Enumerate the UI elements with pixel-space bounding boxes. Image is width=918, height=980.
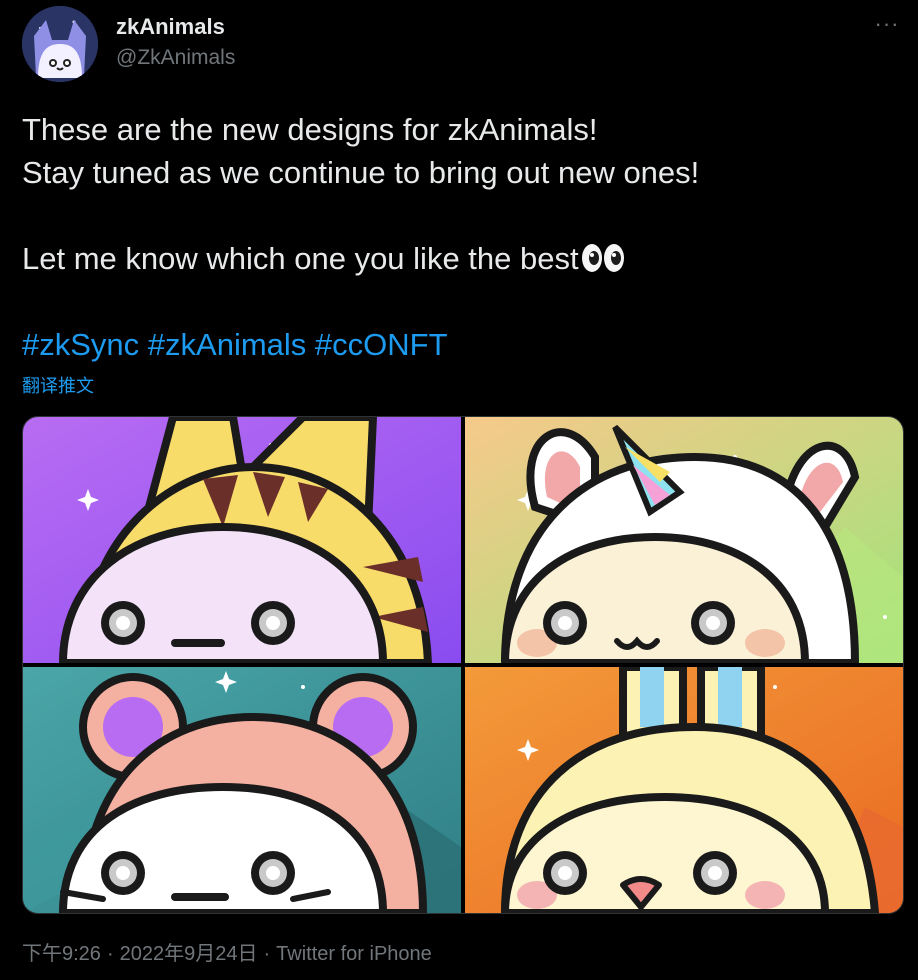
media-image-bunny[interactable] [465,667,903,913]
translate-tweet-link[interactable]: 翻译推文 [22,372,94,398]
author-handle[interactable]: @ZkAnimals [116,46,235,70]
tweet-meta: 下午9:26 · 2022年9月24日 · Twitter for iPhone [22,937,432,966]
tweet-time[interactable]: 下午9:26 [22,943,101,965]
avatar-image [22,6,98,82]
media-grid [22,416,904,914]
tweet-text: These are the new designs for zkAnimals!… [22,108,902,280]
hashtag-zksync[interactable]: #zkSync [22,327,139,362]
tweet-date[interactable]: 2022年9月24日 [120,943,258,965]
tweet-line: Stay tuned as we continue to bring out n… [22,155,700,190]
line-break [22,194,902,237]
avatar[interactable] [22,6,98,82]
media-image-unicorn[interactable] [465,417,903,663]
media-image-bear[interactable] [23,667,461,913]
tweet-line-with-emoji: Let me know which one you like the best [22,237,902,280]
more-options-icon[interactable]: ··· [872,13,902,44]
tweet-line: These are the new designs for zkAnimals! [22,112,598,147]
separator: · [263,943,271,965]
tweet-line: Let me know which one you like the best [22,241,579,276]
hashtag-cconft[interactable]: #ccONFT [315,327,448,362]
media-image-tiger[interactable] [23,417,461,663]
bunny-character-image [465,667,903,913]
separator: · [106,943,114,965]
tweet-header: zkAnimals @ZkAnimals ··· [22,6,902,86]
tweet: zkAnimals @ZkAnimals ··· These are the n… [0,0,918,980]
unicorn-character-image [465,417,903,663]
eyes-emoji-icon [581,244,624,272]
author-name[interactable]: zkAnimals [116,14,225,40]
hashtag-zkanimals[interactable]: #zkAnimals [148,327,307,362]
bear-character-image [23,667,461,913]
tiger-character-image [23,417,461,663]
hashtags: #zkSync #zkAnimals #ccONFT [22,325,448,365]
tweet-source[interactable]: Twitter for iPhone [276,943,432,965]
